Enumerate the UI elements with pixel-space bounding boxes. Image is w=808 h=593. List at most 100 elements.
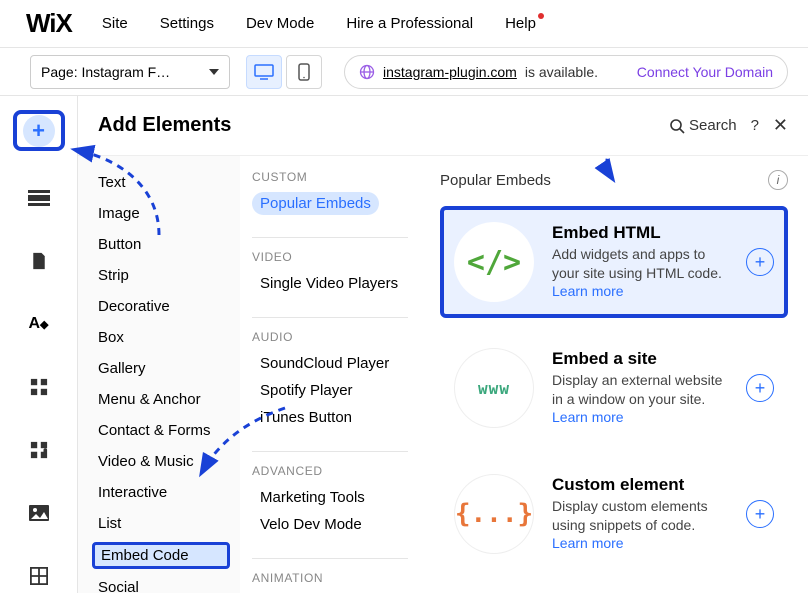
menu-settings[interactable]: Settings xyxy=(160,15,214,32)
learn-more-link[interactable]: Learn more xyxy=(552,535,624,551)
search-icon xyxy=(669,118,685,134)
subitem-soundcloud-player[interactable]: SoundCloud Player xyxy=(252,352,397,375)
chevron-down-icon xyxy=(209,69,219,75)
connect-domain-link[interactable]: Connect Your Domain xyxy=(637,64,773,80)
page-icon xyxy=(28,252,50,270)
subcategory-list: CUSTOM Popular Embeds VIDEO Single Video Pl… xyxy=(240,156,420,593)
plus-icon: + xyxy=(23,115,55,147)
code-icon: </> xyxy=(454,222,534,302)
add-embed-button[interactable]: + xyxy=(746,500,774,528)
braces-icon: {...} xyxy=(454,474,534,554)
embeds-area: Popular Embeds i </> Embed HTMLAdd widget… xyxy=(420,156,808,593)
mobile-icon xyxy=(298,63,310,81)
embed-desc: Display an external website in a window … xyxy=(552,371,728,428)
menu-dev-mode[interactable]: Dev Mode xyxy=(246,15,314,32)
rail-addons-button[interactable] xyxy=(17,434,61,467)
subgroup-head: VIDEO xyxy=(252,250,408,264)
notification-dot-icon xyxy=(538,13,544,19)
category-embed-code[interactable]: Embed Code xyxy=(92,542,230,569)
secondary-toolbar: Page: Instagram F… instagram-plugin.com … xyxy=(0,48,808,96)
embed-card-custom-element[interactable]: {...} Custom elementDisplay custom elemen… xyxy=(440,458,788,570)
category-list[interactable]: List xyxy=(92,511,230,536)
menu-hire[interactable]: Hire a Professional xyxy=(346,15,473,32)
panel-close-button[interactable]: ✕ xyxy=(773,115,788,136)
main-menu: Site Settings Dev Mode Hire a Profession… xyxy=(102,15,536,32)
panel-title: Add Elements xyxy=(98,114,231,137)
domain-banner: instagram-plugin.com is available. Conne… xyxy=(344,55,788,89)
category-box[interactable]: Box xyxy=(92,325,230,350)
device-switcher xyxy=(246,55,322,89)
add-elements-panel: Add Elements Search ? ✕ Text Image Button S… xyxy=(78,96,808,593)
subitem-marketing-tools[interactable]: Marketing Tools xyxy=(252,486,373,509)
info-icon[interactable]: i xyxy=(768,170,788,190)
search-placeholder: Search xyxy=(689,117,737,134)
subgroup-head: CUSTOM xyxy=(252,170,408,184)
subgroup-head: AUDIO xyxy=(252,330,408,344)
embed-title: Custom element xyxy=(552,475,728,495)
apps-icon xyxy=(28,378,50,396)
category-text[interactable]: Text xyxy=(92,170,230,195)
section-icon xyxy=(28,189,50,207)
add-embed-button[interactable]: + xyxy=(746,248,774,276)
menu-site[interactable]: Site xyxy=(102,15,128,32)
rail-media-button[interactable] xyxy=(17,497,61,530)
subitem-spotify-player[interactable]: Spotify Player xyxy=(252,379,361,402)
puzzle-icon xyxy=(28,441,50,459)
page-selector[interactable]: Page: Instagram F… xyxy=(30,55,230,89)
design-icon: A◆ xyxy=(28,315,48,333)
embed-desc: Add widgets and apps to your site using … xyxy=(552,245,728,302)
embed-title: Embed a site xyxy=(552,349,728,369)
page-selector-label: Page: Instagram F… xyxy=(41,64,170,80)
category-list: Text Image Button Strip Decorative Box Gallery… xyxy=(78,156,240,593)
embed-card-embed-html[interactable]: </> Embed HTMLAdd widgets and apps to you… xyxy=(440,206,788,318)
category-strip[interactable]: Strip xyxy=(92,263,230,288)
add-embed-button[interactable]: + xyxy=(746,374,774,402)
panel-search[interactable]: Search xyxy=(669,117,737,134)
embed-card-embed-a-site[interactable]: www Embed a siteDisplay an external websi… xyxy=(440,332,788,444)
panel-header: Add Elements Search ? ✕ xyxy=(78,96,808,156)
subitem-itunes-button[interactable]: iTunes Button xyxy=(252,406,360,429)
panel-body: Text Image Button Strip Decorative Box Gallery… xyxy=(78,156,808,593)
category-menu-anchor[interactable]: Menu & Anchor xyxy=(92,387,230,412)
grid-icon xyxy=(28,567,50,585)
desktop-view-button[interactable] xyxy=(246,55,282,89)
subitem-velo-dev-mode[interactable]: Velo Dev Mode xyxy=(252,513,370,536)
category-decorative[interactable]: Decorative xyxy=(92,294,230,319)
rail-section-button[interactable] xyxy=(17,181,61,214)
menu-help-label: Help xyxy=(505,15,536,32)
embeds-section-title: Popular Embeds xyxy=(440,172,551,189)
left-rail: + A◆ xyxy=(0,96,78,593)
subitem-popular-embeds[interactable]: Popular Embeds xyxy=(252,192,379,215)
top-menu-bar: WiX Site Settings Dev Mode Hire a Profes… xyxy=(0,0,808,48)
category-gallery[interactable]: Gallery xyxy=(92,356,230,381)
domain-available-text: is available. xyxy=(525,64,598,80)
rail-pages-button[interactable] xyxy=(17,244,61,277)
learn-more-link[interactable]: Learn more xyxy=(552,409,624,425)
add-elements-button[interactable]: + xyxy=(13,110,65,151)
rail-data-button[interactable] xyxy=(17,560,61,593)
category-contact-forms[interactable]: Contact & Forms xyxy=(92,418,230,443)
mobile-view-button[interactable] xyxy=(286,55,322,89)
subgroup-head: ADVANCED xyxy=(252,464,408,478)
category-social[interactable]: Social xyxy=(92,575,230,593)
panel-help-button[interactable]: ? xyxy=(751,117,759,134)
category-video-music[interactable]: Video & Music xyxy=(92,449,230,474)
rail-apps-button[interactable] xyxy=(17,371,61,404)
media-icon xyxy=(28,504,50,522)
domain-name: instagram-plugin.com xyxy=(383,64,517,80)
rail-design-button[interactable]: A◆ xyxy=(17,307,61,340)
wix-logo: WiX xyxy=(26,8,72,39)
subgroup-head: ANIMATION xyxy=(252,571,408,585)
subitem-single-video-players[interactable]: Single Video Players xyxy=(252,272,406,295)
desktop-icon xyxy=(254,64,274,80)
menu-help[interactable]: Help xyxy=(505,15,536,32)
main-area: + A◆ xyxy=(0,96,808,593)
category-interactive[interactable]: Interactive xyxy=(92,480,230,505)
learn-more-link[interactable]: Learn more xyxy=(552,283,624,299)
category-button[interactable]: Button xyxy=(92,232,230,257)
embed-desc: Display custom elements using snippets o… xyxy=(552,497,728,554)
www-icon: www xyxy=(454,348,534,428)
globe-icon xyxy=(359,64,375,80)
category-image[interactable]: Image xyxy=(92,201,230,226)
embed-title: Embed HTML xyxy=(552,223,728,243)
